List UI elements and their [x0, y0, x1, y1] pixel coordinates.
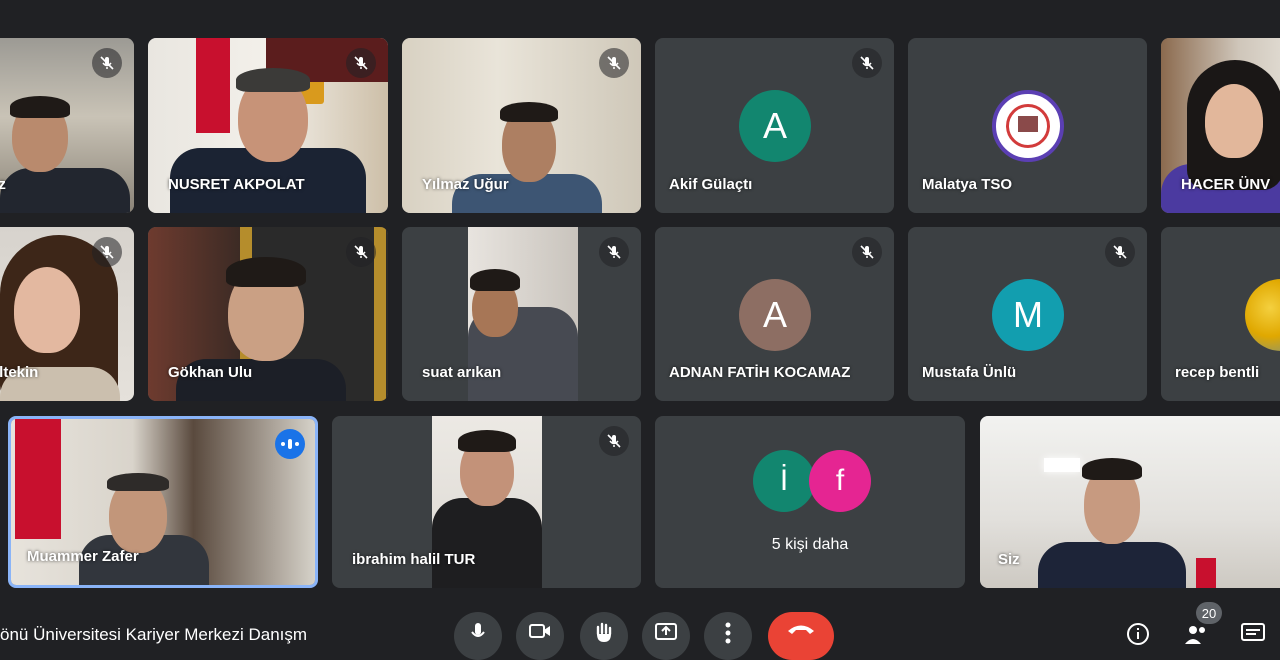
hand-icon [596, 622, 612, 642]
participant-tile[interactable]: A ADNAN FATİH KOCAMAZ [655, 227, 894, 401]
mic-off-icon [92, 48, 122, 78]
participants-button[interactable] [1184, 622, 1210, 644]
participant-tile[interactable]: suat arıkan [402, 227, 641, 401]
mic-off-icon [92, 237, 122, 267]
microphone-icon [471, 623, 485, 637]
more-participants-tile[interactable]: İ f 5 kişi daha [655, 416, 965, 588]
mic-off-icon [599, 48, 629, 78]
leave-call-button[interactable] [768, 612, 834, 660]
participant-avatar: A [739, 90, 811, 162]
participant-tile[interactable]: HACER ÜNV [1161, 38, 1280, 213]
participant-name: az [0, 176, 6, 193]
present-screen-button[interactable] [642, 612, 690, 660]
participant-tile[interactable]: NUSRET AKPOLAT [148, 38, 388, 213]
mic-off-icon [599, 426, 629, 456]
participant-name: suat arıkan [422, 364, 502, 381]
participant-name: NUSRET AKPOLAT [168, 176, 305, 193]
chat-icon [1241, 623, 1265, 641]
participant-name: Siz [998, 551, 1020, 568]
participant-name: HACER ÜNV [1181, 176, 1271, 193]
participant-name: ADNAN FATİH KOCAMAZ [669, 364, 851, 381]
present-icon [655, 623, 677, 640]
ceiling-light [1044, 458, 1080, 472]
participant-tile[interactable]: recep bentli [1161, 227, 1280, 401]
raise-hand-button[interactable] [580, 612, 628, 660]
participant-tile[interactable]: az [0, 38, 134, 213]
participant-avatar: f [809, 450, 871, 512]
participant-avatar: A [739, 279, 811, 351]
participant-tile[interactable]: Muammer Zafer [8, 416, 318, 588]
flag-image [15, 419, 61, 539]
mic-off-icon [599, 237, 629, 267]
participant-tile[interactable]: Yılmaz Uğur [402, 38, 641, 213]
participant-tile[interactable]: Siz [980, 416, 1280, 588]
mic-off-icon [346, 48, 376, 78]
more-vert-icon [725, 622, 731, 644]
participant-tile[interactable]: Malatya TSO [908, 38, 1147, 213]
participant-avatar: İ [753, 450, 815, 512]
people-icon [1185, 626, 1205, 644]
mic-off-icon [852, 48, 882, 78]
more-options-button[interactable] [704, 612, 752, 660]
participant-name: recep bentli [1175, 364, 1260, 381]
flag-image [196, 38, 230, 133]
organization-logo [992, 90, 1064, 162]
mic-off-icon [1105, 237, 1135, 267]
participant-tile[interactable]: M Mustafa Ünlü [908, 227, 1147, 401]
participant-name: Malatya TSO [922, 176, 1013, 193]
mic-off-icon [346, 237, 376, 267]
flag-image [1196, 558, 1216, 588]
info-icon [1127, 623, 1149, 645]
participant-tile[interactable]: ültekin [0, 227, 134, 401]
meeting-controls-bar: önü Üniversitesi Kariyer Merkezi Danışm … [0, 600, 1280, 660]
participant-name: ültekin [0, 364, 39, 381]
participant-name: Muammer Zafer [27, 548, 139, 565]
speaking-indicator-icon [275, 429, 305, 459]
participant-name: ibrahim halil TUR [352, 551, 476, 568]
participant-name: Gökhan Ulu [168, 364, 253, 381]
mic-off-icon [852, 237, 882, 267]
participant-tile[interactable]: Gökhan Ulu [148, 227, 388, 401]
more-participants-label: 5 kişi daha [771, 536, 849, 553]
chat-button[interactable] [1240, 622, 1266, 642]
participant-name: Yılmaz Uğur [422, 176, 509, 193]
meeting-title: önü Üniversitesi Kariyer Merkezi Danışm [0, 625, 308, 644]
participant-name: Mustafa Ünlü [922, 364, 1017, 381]
meeting-info-button[interactable] [1126, 622, 1152, 645]
end-call-icon [788, 625, 814, 634]
microphone-button[interactable] [454, 612, 502, 660]
participant-profile-image [1245, 279, 1280, 351]
participant-tile[interactable]: A Akif Gülaçtı [655, 38, 894, 213]
participant-tile[interactable]: ibrahim halil TUR [332, 416, 641, 588]
participant-avatar: M [992, 279, 1064, 351]
camera-icon [529, 624, 550, 638]
camera-button[interactable] [516, 612, 564, 660]
participant-count-badge: 20 [1196, 602, 1222, 624]
participant-name: Akif Gülaçtı [669, 176, 753, 193]
